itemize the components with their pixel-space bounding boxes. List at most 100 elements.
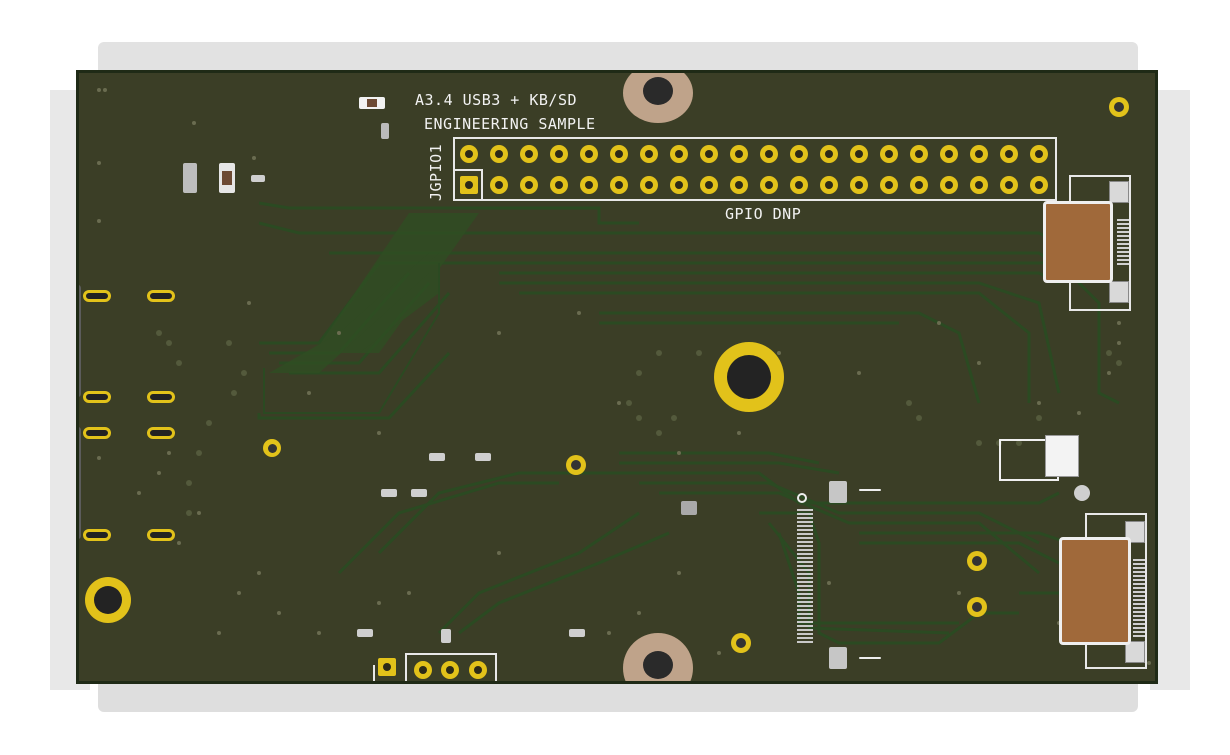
gpio-pin	[820, 176, 838, 194]
sd-pad	[797, 513, 813, 515]
gpio-pin	[880, 145, 898, 163]
sd-pad	[797, 553, 813, 555]
ffc-pad	[1117, 227, 1129, 229]
gpio-pin	[880, 176, 898, 194]
usb-slot-1b	[147, 290, 175, 302]
ffc-pad	[1133, 579, 1145, 581]
ffc-pad	[1133, 587, 1145, 589]
ffc-pad	[1133, 611, 1145, 613]
pcb-board: A3.4 USB3 + KB/SD ENGINEERING SAMPLE GPI…	[76, 70, 1158, 684]
usb-slot-1a	[83, 290, 111, 302]
via-icon	[731, 633, 751, 653]
ffc-pad	[1133, 635, 1145, 637]
usb-c-shell-1	[79, 285, 81, 397]
via-icon	[566, 455, 586, 475]
board-subtitle: ENGINEERING SAMPLE	[424, 115, 596, 133]
gpio-pin	[760, 176, 778, 194]
gpio-pin	[1030, 176, 1048, 194]
sd-pad	[797, 617, 813, 619]
ffc-pad	[1133, 599, 1145, 601]
sd-pad	[797, 521, 813, 523]
sd-pad	[797, 561, 813, 563]
gpio-header-outline	[453, 137, 1057, 201]
ffc-pad	[1117, 243, 1129, 245]
gpio-pin	[460, 176, 478, 194]
sd-pad	[797, 581, 813, 583]
gpio-pin	[670, 176, 688, 194]
sd-pad	[797, 637, 813, 639]
gpio-pin	[520, 145, 538, 163]
gpio-pin	[640, 176, 658, 194]
tactile-switch[interactable]	[1045, 435, 1079, 477]
sd-pad	[797, 597, 813, 599]
sd-pad	[797, 613, 813, 615]
ffc-pad	[1117, 247, 1129, 249]
gpio-pin	[700, 176, 718, 194]
ffc-pad	[1117, 255, 1129, 257]
sd-pad	[797, 633, 813, 635]
sd-pad	[797, 609, 813, 611]
bottom-header-pin1-marker	[373, 665, 403, 681]
gpio-pin	[730, 145, 748, 163]
via-icon	[967, 551, 987, 571]
bottom-header-pin-2	[414, 661, 432, 679]
bottom-header-pin-4	[469, 661, 487, 679]
sd-pad	[797, 589, 813, 591]
gpio-pin	[1030, 145, 1048, 163]
usb-slot-2b	[147, 391, 175, 403]
ffc-pad	[1117, 263, 1129, 265]
gpio-pin	[580, 176, 598, 194]
sd-pad	[797, 537, 813, 539]
smd-resistor-6	[411, 489, 427, 497]
sd-pad	[797, 593, 813, 595]
ffc-pad	[1133, 631, 1145, 633]
gpio-pin	[700, 145, 718, 163]
gpio-pin	[490, 145, 508, 163]
usb-slot-3b	[147, 427, 175, 439]
ffc-pad	[1133, 603, 1145, 605]
gpio-pin	[790, 176, 808, 194]
via-icon	[263, 439, 281, 457]
sd-pad	[797, 545, 813, 547]
board-title: A3.4 USB3 + KB/SD	[415, 91, 578, 109]
sd-pad	[797, 577, 813, 579]
sd-pin1-marker	[797, 493, 807, 503]
sd-pad	[797, 629, 813, 631]
sd-ground-pad-top	[829, 481, 847, 503]
sd-silk-line-bottom	[859, 657, 881, 659]
sd-silk-line-top	[859, 489, 881, 491]
usb-slot-4b	[147, 529, 175, 541]
mounting-hole-icon	[85, 577, 131, 623]
bottom-header-pin-3	[441, 661, 459, 679]
sd-pad	[797, 517, 813, 519]
gpio-pin	[550, 145, 568, 163]
gpio-pin	[520, 176, 538, 194]
gpio-ref-label: JGPIO1	[427, 143, 445, 201]
gpio-pin	[970, 145, 988, 163]
gpio-pin	[820, 145, 838, 163]
gpio-pin	[910, 176, 928, 194]
ffc-pad	[1133, 583, 1145, 585]
smd-resistor-2	[251, 175, 265, 182]
gpio-pin	[910, 145, 928, 163]
smd-capacitor-1	[183, 163, 197, 193]
smd-resistor-9	[569, 629, 585, 637]
sd-pad	[797, 641, 813, 643]
gpio-pin	[610, 176, 628, 194]
gpio-pin	[580, 145, 598, 163]
smd-led-center	[367, 99, 377, 107]
ffc-pad	[1117, 219, 1129, 221]
ffc-pad	[1117, 251, 1129, 253]
sd-pad	[797, 601, 813, 603]
sd-pad	[797, 549, 813, 551]
mounting-hole-icon	[714, 342, 784, 412]
sd-pad	[797, 525, 813, 527]
gpio-pin	[970, 176, 988, 194]
smd-resistor-3	[429, 453, 445, 461]
gpio-pin	[1000, 176, 1018, 194]
ffc-pad	[1133, 571, 1145, 573]
ffc-pad	[1133, 563, 1145, 565]
ffc-top-tab-top	[1109, 181, 1129, 203]
ffc-pad	[1133, 559, 1145, 561]
gpio-pin	[550, 176, 568, 194]
